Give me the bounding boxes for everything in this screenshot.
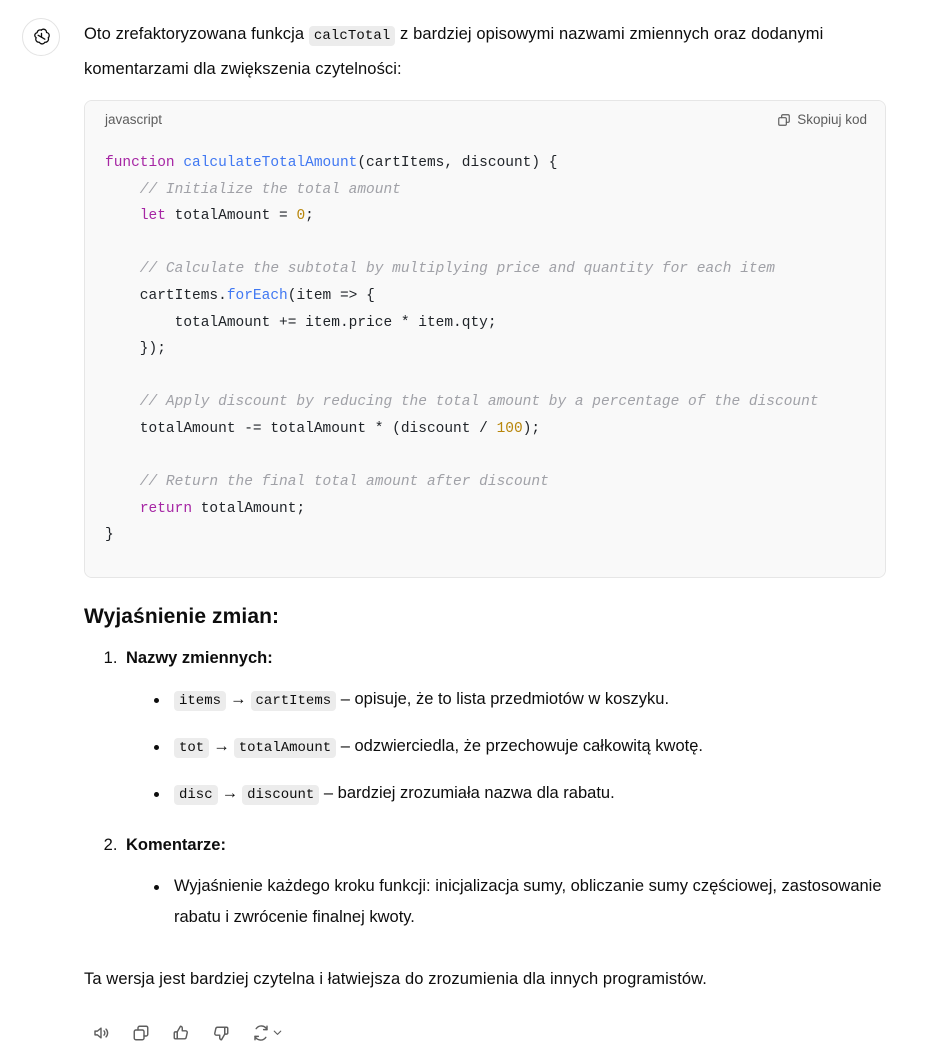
code-token: }); — [105, 341, 166, 358]
code-token: (cartItems, discount) { — [357, 155, 558, 171]
rename-bullet-list: items → cartItems – opisuje, że to lista p… — [126, 684, 886, 811]
list-item-title: Komentarze: — [126, 835, 226, 854]
code-token: // Return the final total amount after d… — [105, 474, 549, 491]
intro-text-before: Oto zrefaktoryzowana funkcja — [84, 25, 305, 43]
list-item: Wyjaśnienie każdego kroku funkcji: inicj… — [152, 871, 886, 933]
code-token: return — [139, 500, 193, 517]
code-token: // Apply discount by reducing the total … — [105, 394, 819, 411]
code-token: function — [105, 155, 175, 171]
arrow-icon: → — [230, 689, 247, 708]
old-name-chip: disc — [174, 784, 218, 805]
inline-code-calctotal: calcTotal — [308, 26, 396, 46]
copy-code-button[interactable]: Skopiuj kod — [777, 112, 867, 127]
code-token: ; — [305, 208, 314, 225]
code-block: javascript Skopiuj kod function calculat… — [84, 100, 886, 578]
code-token: // Initialize the total amount — [105, 181, 401, 198]
list-item: disc → discount – bardziej zrozumiała nazw… — [152, 778, 886, 811]
comments-bullet-list: Wyjaśnienie każdego kroku funkcji: inicj… — [126, 871, 886, 933]
openai-logo-icon — [31, 27, 52, 48]
code-block-header: javascript Skopiuj kod — [85, 101, 885, 136]
code-token: totalAmount -= totalAmount * (discount / — [105, 420, 497, 437]
list-item: Komentarze: Wyjaśnienie każdego kroku fu… — [122, 829, 886, 933]
code-token: forEach — [226, 287, 288, 304]
list-item-title: Nazwy zmiennych: — [126, 648, 273, 667]
list-item: Nazwy zmiennych: items→cartItems – opisu… — [122, 642, 886, 811]
code-content[interactable]: function calculateTotalAmount(cartItems,… — [85, 136, 885, 577]
copy-icon — [777, 113, 791, 127]
new-name-chip: totalAmount — [233, 737, 337, 758]
bullet-text: – bardziej zrozumiała nazwa dla rabatu. — [323, 783, 615, 802]
list-item: tot → totalAmount – odzwierciedla, że prze… — [152, 731, 886, 764]
arrow-icon: → — [221, 783, 239, 802]
code-token: totalAmount = — [165, 208, 297, 225]
list-item: items → cartItems – opisuje, że to lista p… — [152, 684, 886, 717]
closing-paragraph: Ta wersja jest bardziej czytelna i łatwi… — [84, 969, 707, 988]
new-name-chip: discount — [242, 784, 320, 805]
assistant-message: Oto zrefaktoryzowana funkcja calcTotal z… — [0, 0, 930, 1048]
code-language-label: javascript — [105, 112, 163, 127]
explanation-list: Nazwy zmiennych: items→cartItems – opisu… — [84, 642, 886, 933]
copy-code-label: Skopiuj kod — [797, 112, 867, 127]
code-token: } — [105, 527, 114, 544]
bullet-text: – opisuje, że to lista przedmiotów w kos… — [340, 689, 670, 708]
code-token: cartItems. — [105, 287, 227, 304]
code-token: 100 — [496, 420, 523, 437]
explanation-heading: Wyjaśnienie zmian: — [84, 604, 280, 628]
code-token: totalAmount += item.price * item.qty; — [105, 314, 497, 331]
new-name-chip: cartItems — [250, 690, 337, 711]
old-name-chip: tot — [174, 737, 210, 758]
intro-paragraph: Oto zrefaktoryzowana funkcja calcTotal z… — [84, 18, 886, 86]
bullet-text: – odzwierciedla, że przechowuje całkowit… — [340, 736, 703, 755]
old-name-chip: items — [174, 690, 227, 711]
assistant-avatar — [22, 18, 60, 56]
arrow-icon: → — [213, 736, 230, 755]
code-token: (item => { — [287, 287, 375, 304]
code-token: ); — [522, 420, 541, 437]
code-token: // Calculate the subtotal by multiplying… — [105, 261, 776, 278]
code-token: totalAmount; — [192, 500, 306, 517]
code-token: let — [139, 208, 166, 225]
code-token: 0 — [296, 208, 306, 225]
code-token: calculateTotalAmount — [183, 155, 358, 171]
